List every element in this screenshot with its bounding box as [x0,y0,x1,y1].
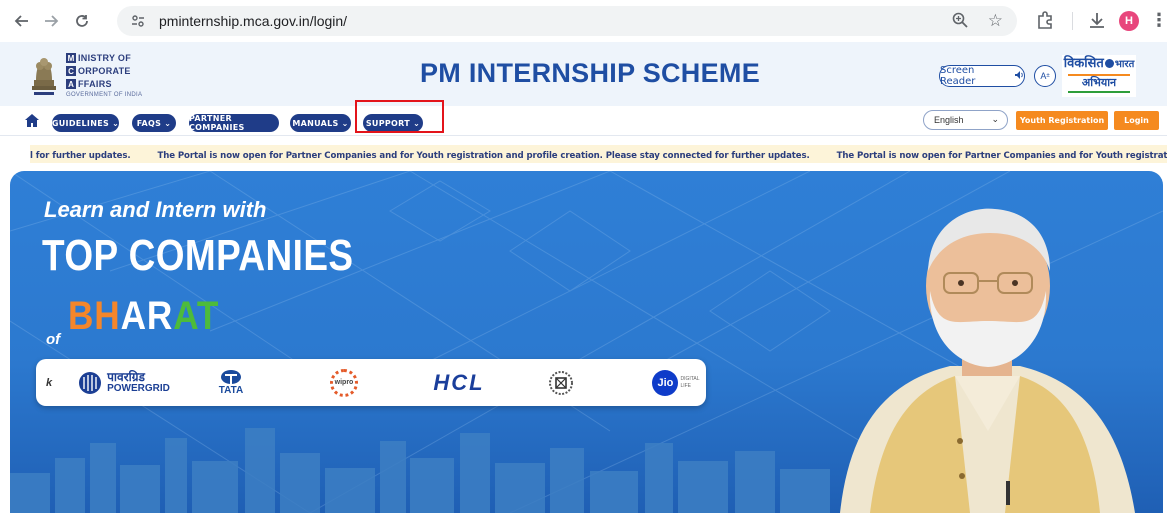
nav-label: FAQS [136,118,162,128]
powergrid-text: POWERGRID [107,382,170,394]
ticker-message-repeat: The Portal is now open for Partner Compa… [836,151,1167,161]
bharat-white: AR [120,294,174,338]
screen-reader-button[interactable]: Screen Reader [939,65,1025,87]
language-select[interactable]: English ⌄ [923,110,1008,130]
toolbar-divider [1072,12,1073,30]
nav-label: PARTNER COMPANIES [189,114,245,132]
nav-partner-companies[interactable]: PARTNER COMPANIES [189,114,279,132]
ministry-initial: M [66,53,76,63]
saffron-stripe [1068,74,1130,76]
address-bar[interactable]: pminternship.mca.gov.in/login/ ☆ [117,6,1017,36]
nav-faqs[interactable]: FAQS ⌄ [132,114,176,132]
profile-avatar[interactable]: H [1119,11,1139,31]
viksit-bharat-word: भारत [1114,59,1135,70]
viksit-line2: अभियान [1081,77,1117,89]
site-settings-icon[interactable] [127,10,149,32]
powergrid-logo: पावरग्रिड POWERGRID [64,359,184,406]
nav-manuals[interactable]: MANUALS ⌄ [290,114,351,132]
partner-logos-strip: k पावरग्रिड POWERGRID TATA wipro HCL Jio… [36,359,706,406]
site-header: M INISTRY OF C ORPORATE A FFAIRS GOVERNMENT… [0,42,1167,106]
font-size-toggle-button[interactable]: A ± [1034,65,1056,87]
viksit-bharat-logo: विकसित भारत अभियान [1062,55,1136,97]
ministry-logo: M INISTRY OF C ORPORATE A FFAIRS GOVERNMENT… [66,52,142,98]
green-stripe [1068,91,1130,93]
jio-digital-text: DIGITAL [680,375,700,382]
nav-label: MANUALS [292,118,339,128]
jio-life-text: LIFE [680,382,692,389]
language-value: English [934,115,964,125]
hcl-logo: HCL [433,369,485,395]
banner-tagline: Learn and Intern with [44,197,267,222]
ministry-initial: A [66,79,76,89]
tata-logo: TATA [206,359,256,406]
jio-logo: Jio DIGITAL LIFE [646,359,706,406]
banner-of: of [46,331,61,348]
powergrid-hindi: पावरग्रिड [107,369,145,384]
company-emblem-logo [548,359,574,406]
news-ticker: l for further updates. The Portal is now… [30,145,1167,163]
speaker-icon [1014,70,1024,83]
screen-reader-label: Screen Reader [940,65,976,87]
zoom-icon[interactable] [951,11,969,34]
ticker-prefix: l for further updates. [30,151,131,161]
tata-icon [221,370,241,384]
back-arrow-icon[interactable] [10,9,34,33]
emblem-badge-icon [549,370,573,395]
globe-icon [1104,59,1114,69]
browser-toolbar: pminternship.mca.gov.in/login/ ☆ H ⋮ [0,0,1167,42]
youth-registration-button[interactable]: Youth Registration [1016,111,1108,130]
jio-text: Jio [652,369,679,396]
banner-headline: TOP COMPANIES [42,231,354,280]
more-menu-icon[interactable]: ⋮ [1150,10,1167,31]
ministry-word: ORPORATE [78,66,131,76]
bookmark-star-icon[interactable]: ☆ [988,11,1003,31]
chevron-down-icon: ⌄ [991,114,999,124]
city-skyline [10,428,830,513]
wipro-text: wipro [330,368,358,397]
viksit-line1: विकसित [1063,55,1104,70]
page-title: PM INTERNSHIP SCHEME [419,58,761,88]
ministry-initial: C [66,66,76,76]
reload-icon[interactable] [70,9,94,33]
prime-minister-photo [840,208,1135,513]
ministry-word: INISTRY OF [78,53,132,63]
home-icon[interactable] [25,114,39,132]
extensions-icon[interactable] [1035,10,1055,35]
ticker-message: The Portal is now open for Partner Compa… [157,151,810,161]
powergrid-icon [79,371,102,394]
national-emblem-icon [28,50,60,98]
login-button[interactable]: Login [1114,111,1159,130]
url-text[interactable]: pminternship.mca.gov.in/login/ [159,13,347,29]
bharat-green: AT [173,294,220,338]
download-icon[interactable] [1087,10,1107,35]
partial-logo-text: k [45,376,53,389]
bharat-saffron: BH [68,294,121,338]
nav-guidelines[interactable]: GUIDELINES ⌄ [52,114,119,132]
support-highlight-box [355,100,444,133]
forward-arrow-icon[interactable] [39,9,63,33]
ministry-word: FFAIRS [78,79,112,89]
hero-banner: Learn and Intern with TOP COMPANIES of B… [10,171,1163,513]
government-of-india-text: GOVERNMENT OF INDIA [66,92,143,98]
tata-text: TATA [218,385,244,396]
banner-bharat: BHARAT [68,294,219,339]
nav-label: GUIDELINES [51,118,110,128]
wipro-logo: wipro [324,359,364,406]
